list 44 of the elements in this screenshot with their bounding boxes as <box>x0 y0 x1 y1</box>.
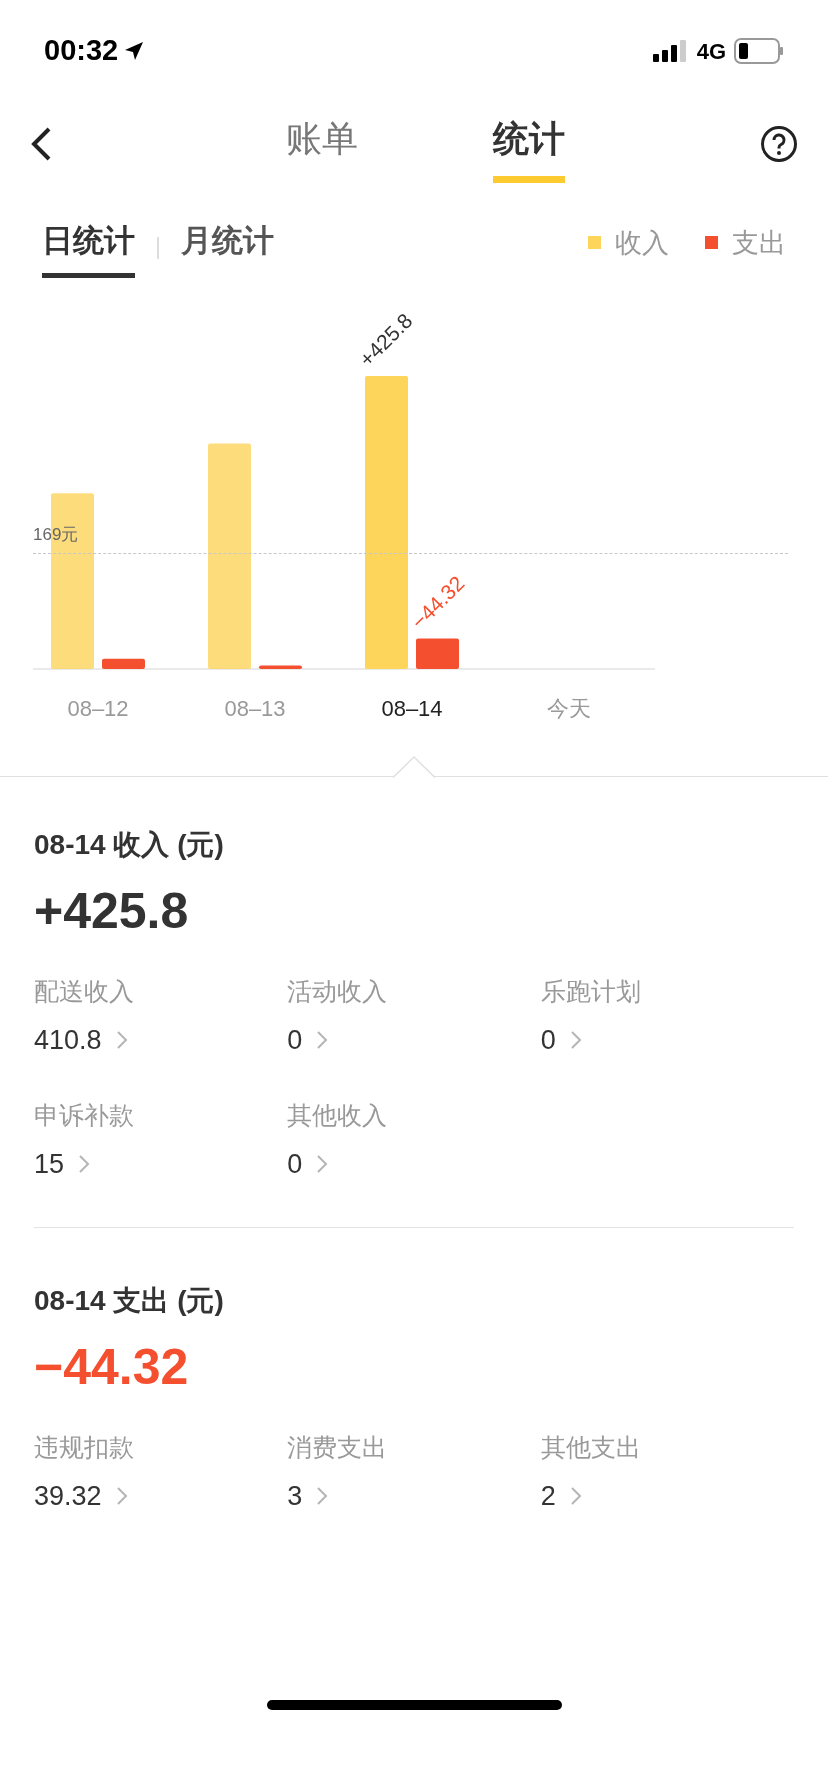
item-value-link[interactable]: 15 <box>34 1144 91 1185</box>
total-amount: +425.8 <box>34 881 190 941</box>
signal-icon <box>652 40 689 62</box>
help-icon[interactable] <box>760 125 798 163</box>
bar <box>259 665 302 669</box>
status-time: 00:32 <box>44 33 119 69</box>
network-label: 4G <box>696 37 726 66</box>
bar <box>416 638 459 669</box>
period-tab[interactable]: 月统计 <box>181 218 274 278</box>
axis-label[interactable]: 08–14 <box>381 695 443 721</box>
item-value-link[interactable]: 0 <box>287 1020 329 1061</box>
chevron-right-icon <box>569 1486 582 1507</box>
chevron-right-icon <box>316 1486 329 1507</box>
item-label: 乐跑计划 <box>540 975 642 1007</box>
item-label: 配送收入 <box>34 975 135 1007</box>
chevron-right-icon <box>316 1030 329 1051</box>
item-label: 活动收入 <box>287 975 389 1007</box>
item-value-link[interactable]: 0 <box>540 1020 582 1061</box>
bar <box>102 658 145 669</box>
legend-label: 支出 <box>732 226 786 260</box>
location-arrow-icon <box>124 41 145 61</box>
battery-icon <box>734 38 784 64</box>
nav-tab[interactable]: 账单 <box>285 105 358 183</box>
section-title: 08-14 收入 (元) <box>34 827 225 862</box>
item-value-link[interactable]: 3 <box>287 1476 329 1517</box>
item-label: 其他收入 <box>287 1099 389 1131</box>
chevron-right-icon <box>115 1486 128 1507</box>
item-label: 其他支出 <box>540 1431 642 1463</box>
legend-label: 收入 <box>615 226 669 260</box>
chevron-right-icon <box>569 1030 582 1051</box>
item-label: 申诉补款 <box>34 1099 135 1131</box>
item-label: 消费支出 <box>287 1431 389 1463</box>
item-label: 违规扣款 <box>34 1431 135 1463</box>
period-tab[interactable]: 日统计 <box>42 218 135 278</box>
item-value-link[interactable]: 2 <box>540 1476 582 1517</box>
chevron-right-icon <box>115 1030 128 1051</box>
chevron-right-icon <box>78 1154 91 1175</box>
item-value-link[interactable]: 39.32 <box>34 1476 128 1517</box>
section-title: 08-14 支出 (元) <box>34 1283 225 1318</box>
item-value-link[interactable]: 0 <box>287 1144 329 1185</box>
nav-tab[interactable]: 统计 <box>492 105 565 183</box>
chevron-right-icon <box>316 1154 329 1175</box>
item-value-link[interactable]: 410.8 <box>34 1020 128 1061</box>
total-amount: −44.32 <box>34 1337 190 1397</box>
